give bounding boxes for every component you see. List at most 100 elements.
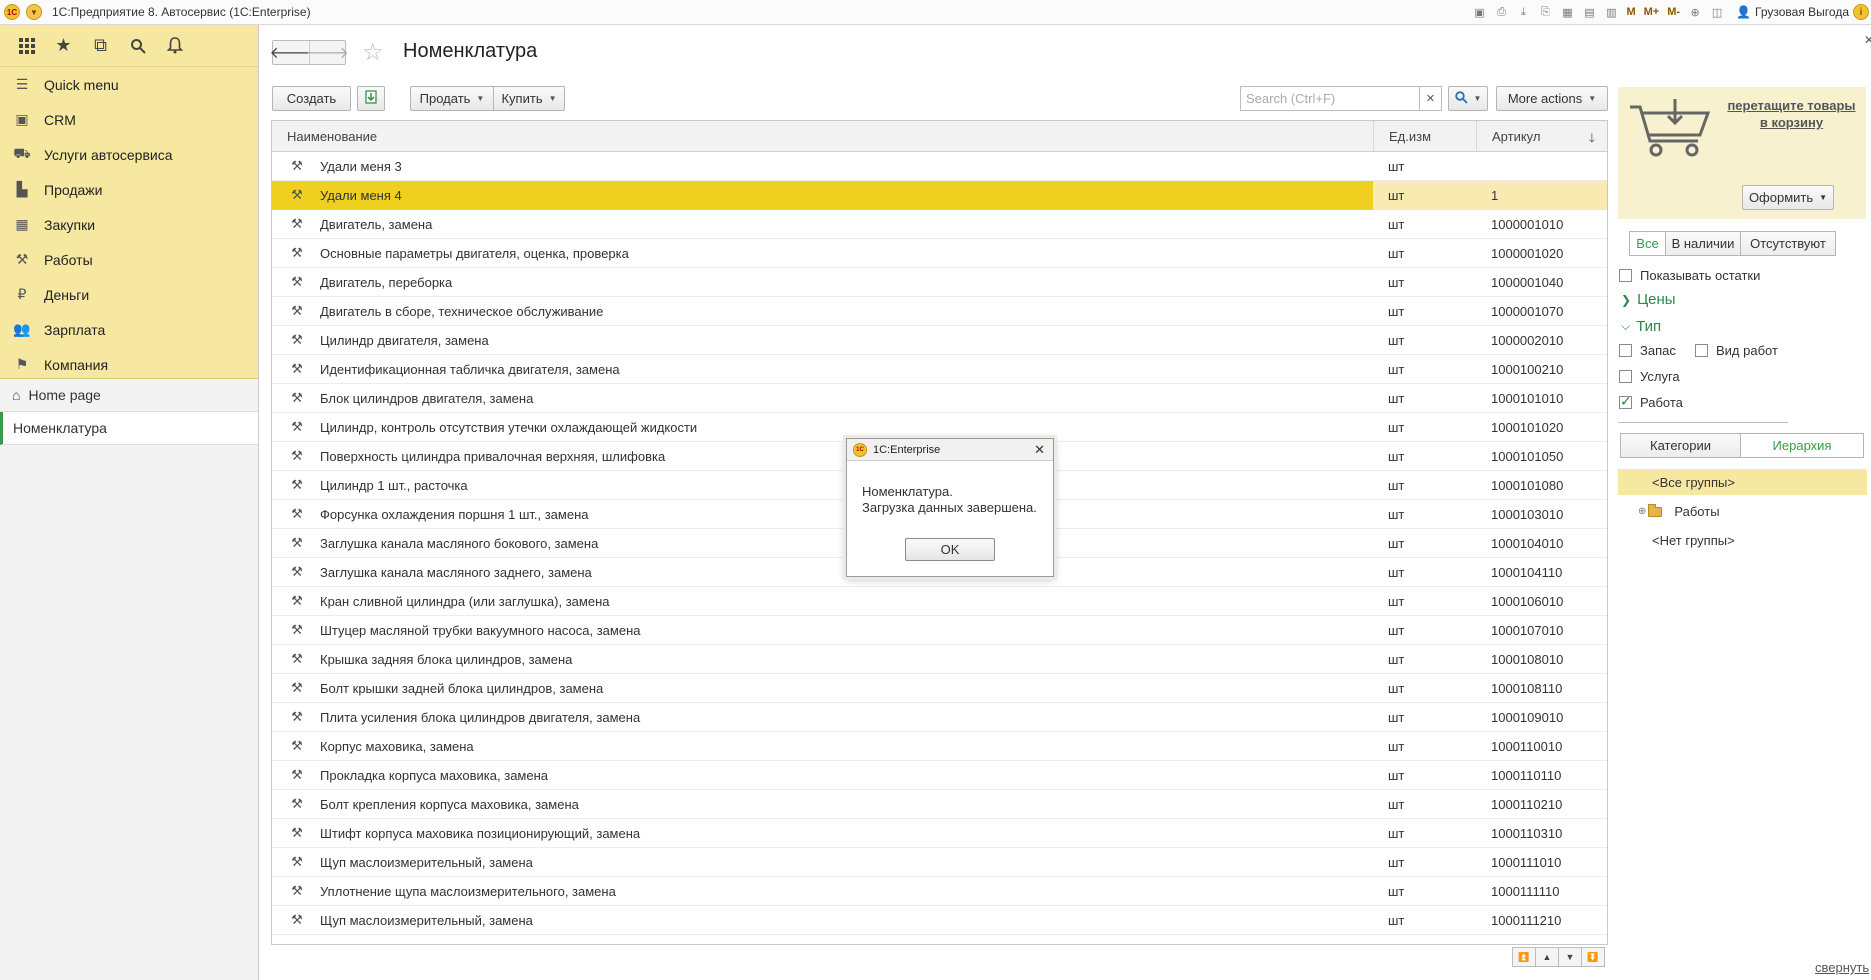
collapse-link[interactable]: свернуть [1815, 960, 1869, 975]
memory-plus-button[interactable]: M+ [1642, 3, 1662, 21]
zoom-icon[interactable]: ⊕ [1686, 3, 1704, 21]
tab-categories[interactable]: Категории [1620, 433, 1741, 458]
memory-minus-button[interactable]: M- [1665, 3, 1682, 21]
info-icon[interactable]: i [1853, 4, 1869, 20]
tree-item-works[interactable]: ⊕ Работы [1638, 503, 1720, 519]
table-row[interactable]: ⚒ Цилиндр двигателя, замена шт 1000002010 [272, 326, 1607, 355]
sidebar-item-company[interactable]: ⚑ Компания [0, 347, 258, 382]
ok-button[interactable]: OK [905, 538, 995, 561]
sidebar-item-sales[interactable]: ▙ Продажи [0, 172, 258, 207]
sidebar-item-auto-services[interactable]: ⛟ Услуги автосервиса [0, 137, 258, 172]
print-icon[interactable]: ⎙ [1492, 3, 1510, 21]
table-row[interactable]: ⚒ Идентификационная табличка двигателя, з… [272, 355, 1607, 384]
close-icon[interactable]: ✕ [1864, 33, 1871, 47]
table-row[interactable]: ⚒ Щуп маслоизмерительный, замена шт 1000111… [272, 906, 1607, 935]
spreadsheet-icon[interactable]: ▦ [1558, 3, 1576, 21]
buy-button[interactable]: Купить ▼ [493, 86, 565, 111]
column-header-name[interactable]: Наименование [272, 121, 1373, 152]
tools-icon: ⚒ [15, 251, 29, 267]
cell-article: 1000106010 [1491, 593, 1564, 609]
table-row[interactable]: ⚒ Кран сливной цилиндра (или заглушка), з… [272, 587, 1607, 616]
table-row[interactable]: ⚒ Штуцер масляной трубки вакуумного насос… [272, 616, 1607, 645]
cell-article: 1000101050 [1491, 448, 1564, 464]
filter-tab-absent[interactable]: Отсутствуют [1740, 231, 1836, 256]
type-option-work[interactable]: Работа [1619, 393, 1683, 410]
sidebar-item-salary[interactable]: 👥 Зарплата [0, 312, 258, 347]
work-tools-icon: ⚒ [291, 825, 303, 840]
calendar-icon[interactable]: ▤ [1580, 3, 1598, 21]
type-group-toggle[interactable]: ⌵ Тип [1621, 318, 1661, 335]
table-row[interactable]: ⚒ Прокладка корпуса маховика, замена шт 100… [272, 761, 1607, 790]
dialog-close-icon[interactable]: ✕ [1034, 442, 1045, 458]
scroll-down-icon[interactable]: ▼ [1558, 947, 1582, 967]
type-option-stock[interactable]: Запас [1619, 343, 1676, 358]
cell-unit: шт [1388, 593, 1405, 609]
add-favorite-star-icon[interactable]: ☆ [362, 38, 384, 67]
table-row[interactable]: ⚒ Основные параметры двигателя, оценка, п… [272, 239, 1607, 268]
search-input[interactable]: Search (Ctrl+F) [1240, 86, 1420, 111]
table-row[interactable]: ⚒ Штифт корпуса маховика позиционирующий,… [272, 819, 1607, 848]
column-header-article[interactable]: Артикул 🡓 [1476, 121, 1607, 152]
main-menu-icon[interactable]: ▼ [26, 4, 42, 20]
back-arrow-icon[interactable]: 🡐 [270, 41, 313, 64]
filter-tab-all[interactable]: Все [1629, 231, 1666, 256]
table-row[interactable]: ⚒ Болт крышки задней блока цилиндров, зам… [272, 674, 1607, 703]
sell-button[interactable]: Продать ▼ [410, 86, 494, 111]
save-icon[interactable]: ▣ [1470, 3, 1488, 21]
memory-m-button[interactable]: M [1624, 3, 1637, 21]
tab-hierarchy[interactable]: Иерархия [1740, 433, 1864, 458]
table-row[interactable]: ⚒ Двигатель в сборе, техническое обслужив… [272, 297, 1607, 326]
current-user[interactable]: 👤 Грузовая Выгода [1736, 5, 1849, 19]
app-logo-icon[interactable]: 1С [4, 4, 20, 20]
sidebar-item-purchases[interactable]: ▦ Закупки [0, 207, 258, 242]
search-clear-icon[interactable]: ✕ [1420, 86, 1442, 111]
table-row[interactable]: ⚒ Болт крепления корпуса маховика, замена… [272, 790, 1607, 819]
search-options-button[interactable]: ▼ [1448, 86, 1488, 111]
search-icon[interactable] [119, 31, 156, 61]
sidebar-item-quick-menu[interactable]: ☰ Quick menu [0, 67, 258, 102]
table-row[interactable]: ⚒ Плита усиления блока цилиндров двигател… [272, 703, 1607, 732]
table-row[interactable]: ⚒ Корпус маховика, замена шт 1000110010 [272, 732, 1607, 761]
notifications-bell-icon[interactable] [156, 31, 193, 61]
tree-item-all-groups[interactable]: <Все группы> [1652, 475, 1735, 490]
table-row[interactable]: ⚒ Удали меня 4 шт 1 [272, 180, 1607, 210]
create-button[interactable]: Создать [272, 86, 351, 111]
open-tab-nomenclature[interactable]: Номенклатура [0, 412, 258, 445]
download-icon[interactable]: ⤓ [1514, 3, 1532, 21]
home-page-link[interactable]: ⌂ Home page [0, 379, 258, 412]
filter-tab-in-stock[interactable]: В наличии [1665, 231, 1741, 256]
cell-unit: шт [1388, 303, 1405, 319]
sidebar-item-crm[interactable]: ▣ CRM [0, 102, 258, 137]
column-header-unit[interactable]: Ед.изм [1373, 121, 1476, 152]
copy-button[interactable] [357, 86, 385, 111]
expand-icon[interactable]: ⊕ [1638, 506, 1646, 517]
panels-icon[interactable]: ◫ [1708, 3, 1726, 21]
table-row[interactable]: ⚒ Блок цилиндров двигателя, замена шт 10001… [272, 384, 1607, 413]
forward-arrow-icon[interactable]: 🡒 [306, 41, 349, 64]
show-stock-checkbox[interactable]: Показывать остатки [1619, 268, 1760, 283]
cart-hint-link[interactable]: перетащите товары в корзину [1724, 97, 1859, 131]
print-preview-icon[interactable]: ⎘ [1536, 3, 1554, 21]
checkout-button[interactable]: Оформить ▼ [1742, 185, 1834, 210]
type-option-work-kind[interactable]: Вид работ [1695, 343, 1778, 358]
table-row[interactable]: ⚒ Двигатель, замена шт 1000001010 [272, 210, 1607, 239]
favorites-star-icon[interactable]: ★ [45, 31, 82, 61]
scroll-bottom-icon[interactable]: ⏬ [1581, 947, 1605, 967]
tree-item-no-group[interactable]: <Нет группы> [1652, 533, 1735, 548]
more-actions-button[interactable]: More actions ▼ [1496, 86, 1608, 111]
type-option-service[interactable]: Услуга [1619, 369, 1680, 384]
cart-drop-zone[interactable]: перетащите товары в корзину Оформить ▼ [1618, 87, 1866, 219]
sidebar-item-works[interactable]: ⚒ Работы [0, 242, 258, 277]
calculator-icon[interactable]: ▥ [1602, 3, 1620, 21]
table-row[interactable]: ⚒ Удали меня 3 шт [272, 152, 1607, 181]
history-icon[interactable]: ⧉ [82, 31, 119, 61]
prices-group-toggle[interactable]: ❯ Цены [1621, 291, 1676, 308]
table-row[interactable]: ⚒ Уплотнение щупа маслоизмерительного, за… [272, 877, 1607, 906]
sidebar-item-money[interactable]: ₽ Деньги [0, 277, 258, 312]
scroll-up-icon[interactable]: ▲ [1535, 947, 1559, 967]
table-row[interactable]: ⚒ Крышка задняя блока цилиндров, замена шт… [272, 645, 1607, 674]
table-row[interactable]: ⚒ Двигатель, переборка шт 1000001040 [272, 268, 1607, 297]
table-row[interactable]: ⚒ Щуп маслоизмерительный, замена шт 1000111… [272, 848, 1607, 877]
apps-grid-icon[interactable] [8, 31, 45, 61]
scroll-top-icon[interactable]: ⏫ [1512, 947, 1536, 967]
